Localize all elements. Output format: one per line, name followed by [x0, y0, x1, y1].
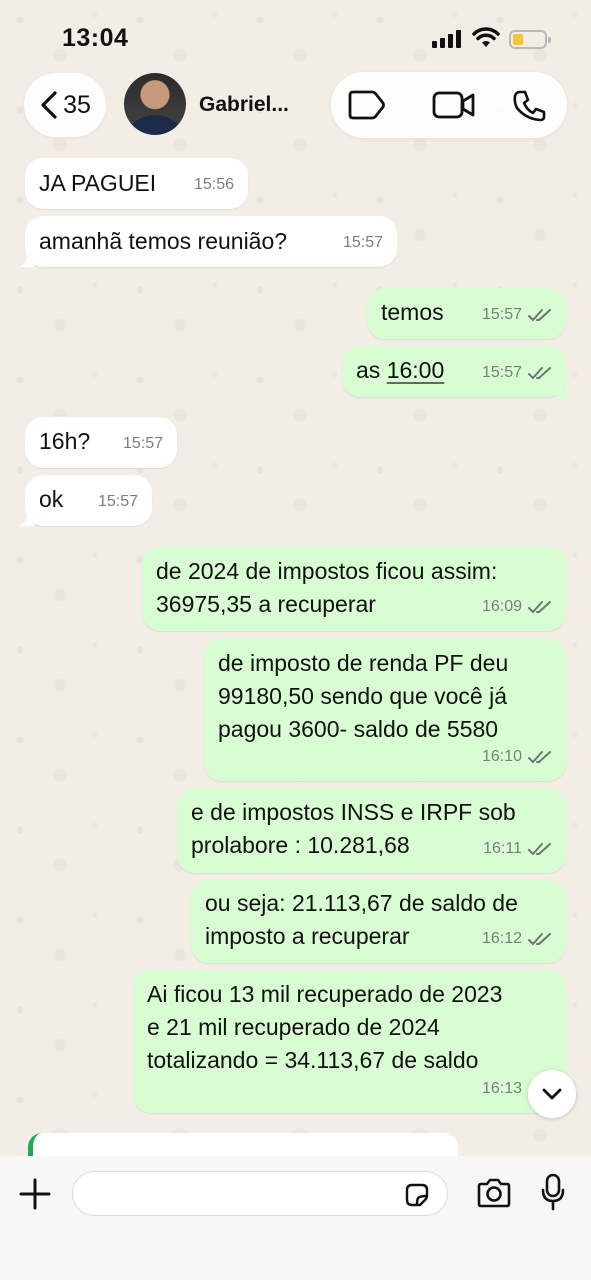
camera-icon[interactable] — [476, 1177, 512, 1209]
bubble-tail — [18, 251, 34, 267]
message-bubble-outgoing[interactable]: as 16:00 15:57 — [342, 346, 573, 397]
message-bubble-outgoing[interactable]: de imposto de renda PF deu 99180,50 send… — [204, 638, 566, 781]
message-time: 15:57 — [481, 364, 522, 381]
chevron-left-icon — [41, 91, 57, 119]
plus-icon[interactable] — [19, 1178, 51, 1210]
read-receipt-icon — [528, 600, 551, 613]
label-tag-icon[interactable] — [346, 89, 386, 121]
read-receipt-icon — [528, 932, 551, 945]
back-button[interactable]: 35 — [24, 73, 106, 137]
read-receipt-icon — [528, 750, 551, 763]
message-input[interactable] — [89, 1180, 389, 1208]
message-time: 16:12 — [481, 930, 522, 947]
message-time: 16:13 — [481, 1080, 522, 1097]
message-time: 15:56 — [193, 176, 234, 193]
message-time: 15:57 — [97, 493, 138, 510]
bubble-tail — [557, 381, 573, 397]
message-bubble-outgoing[interactable]: Ai ficou 13 mil recuperado de 2023 e 21 … — [133, 970, 566, 1113]
microphone-icon[interactable] — [540, 1173, 566, 1211]
sticker-icon[interactable] — [403, 1181, 431, 1209]
contact-avatar[interactable] — [124, 73, 186, 135]
message-time: 16:11 — [483, 840, 522, 857]
read-receipt-icon — [528, 308, 551, 321]
message-time: 16:10 — [481, 748, 522, 765]
message-text: as — [356, 357, 387, 383]
read-receipt-icon — [528, 366, 551, 379]
read-receipt-icon — [528, 842, 551, 855]
message-bubble-outgoing[interactable]: e de impostos INSS e IRPF sob prolabore … — [177, 788, 566, 873]
message-bubble-incoming[interactable]: 16h? 15:57 — [25, 417, 177, 468]
status-bar: 13:04 — [0, 0, 591, 70]
wifi-icon — [472, 27, 500, 47]
message-time: 15:57 — [342, 234, 383, 251]
composer-bar — [0, 1156, 591, 1280]
message-bubble-outgoing[interactable]: ou seja: 21.113,67 de saldo de imposto a… — [191, 880, 566, 963]
message-time: 15:57 — [481, 306, 522, 323]
message-text: de imposto de renda PF deu 99180,50 send… — [218, 650, 509, 742]
message-bubble-outgoing[interactable]: temos 15:57 — [367, 288, 566, 339]
message-bubble-incoming[interactable]: JA PAGUEI 15:56 — [25, 158, 248, 209]
message-text: amanhã temos reunião? — [39, 228, 288, 254]
chevron-down-icon — [542, 1088, 562, 1100]
scroll-to-bottom-button[interactable] — [528, 1070, 576, 1118]
battery-icon — [509, 30, 551, 49]
time-link[interactable]: 16:00 — [387, 357, 445, 383]
unread-count: 35 — [63, 90, 91, 119]
message-bubble-incoming[interactable]: amanhã temos reunião? 15:57 — [18, 216, 397, 267]
header-actions — [331, 72, 567, 138]
cellular-signal-icon — [432, 30, 464, 48]
message-input-container[interactable] — [72, 1171, 448, 1216]
message-bubble-outgoing[interactable]: de 2024 de impostos ficou assim: 36975,3… — [142, 546, 566, 631]
message-time: 16:09 — [481, 598, 522, 615]
phone-icon[interactable] — [512, 89, 548, 123]
video-call-icon[interactable] — [432, 89, 476, 121]
message-bubble-incoming[interactable]: ok 15:57 — [18, 475, 152, 526]
message-text: Ai ficou 13 mil recuperado de 2023 e 21 … — [147, 981, 503, 1073]
status-time: 13:04 — [62, 24, 129, 52]
bubble-tail — [18, 510, 34, 526]
message-time: 15:57 — [122, 435, 163, 452]
contact-name[interactable]: Gabriel... — [199, 93, 289, 117]
